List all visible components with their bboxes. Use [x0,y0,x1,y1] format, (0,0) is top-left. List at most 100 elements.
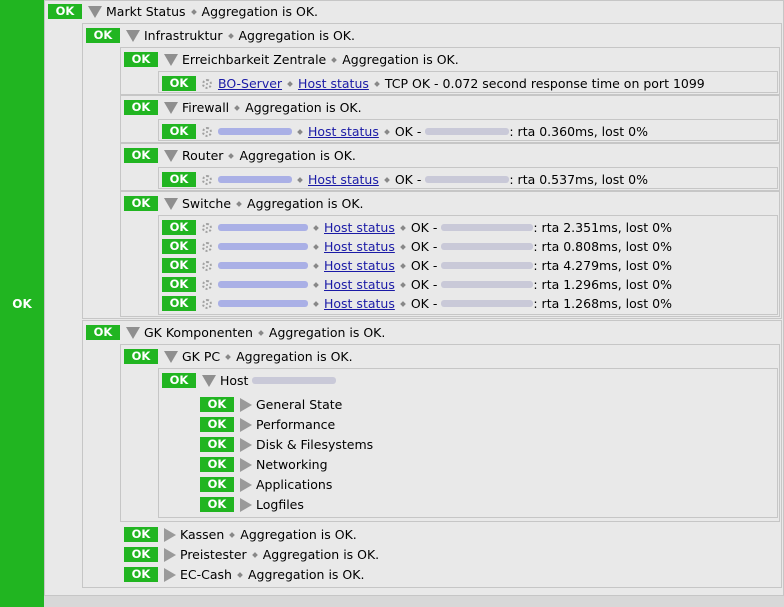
host-child-row[interactable]: OK Disk & Filesystems [200,436,373,453]
host-child-row[interactable]: OK General State [200,396,342,413]
node-label: General State [256,397,343,412]
expand-triangle-icon[interactable] [126,326,140,339]
host-status-link[interactable]: Host status [324,258,395,273]
redacted-host-link[interactable] [218,176,292,183]
gk-komponenten-row[interactable]: OK GK Komponenten Aggregation is OK. [86,324,385,341]
collapsed-triangle-icon[interactable] [240,397,252,412]
markt-status-row[interactable]: OK Markt Status Aggregation is OK. [48,3,318,20]
host-status-link[interactable]: Host status [298,76,369,91]
host-row[interactable]: OK Host [162,372,337,389]
collapsed-triangle-icon[interactable] [240,477,252,492]
host-status-link[interactable]: Host status [308,172,379,187]
host-status-link[interactable]: Host status [324,277,395,292]
separator-icon [400,300,406,307]
expand-triangle-icon[interactable] [164,101,178,114]
expand-triangle-icon[interactable] [164,149,178,162]
redacted-host-link[interactable] [218,300,308,307]
aggregation-status: Aggregation is OK. [247,196,364,211]
redacted-host-link[interactable] [218,224,308,231]
gear-icon[interactable] [202,241,212,252]
redacted-ip [441,243,534,250]
service-output: : rta 0.537ms, lost 0% [509,172,648,187]
redacted-host-link[interactable] [218,281,308,288]
host-link[interactable]: BO-Server [218,76,282,91]
separator-icon [287,80,293,87]
firewall-host-row: OK Host status OK - : rta 0.360ms, lost … [162,123,648,140]
expand-triangle-icon[interactable] [202,374,216,387]
node-label: Markt Status [106,4,186,19]
host-child-row[interactable]: OK Performance [200,416,335,433]
host-child-row[interactable]: OK Logfiles [200,496,304,513]
switch-host-row: OK Host status OK - : rta 2.351ms, lost … [162,219,672,236]
ok-badge: OK [124,148,158,163]
aggregation-status: Aggregation is OK. [201,4,318,19]
switch-host-row: OK Host status OK - : rta 4.279ms, lost … [162,257,672,274]
firewall-row[interactable]: OK Firewall Aggregation is OK. [124,99,362,116]
service-output: : rta 1.296ms, lost 0% [533,277,672,292]
erreichbarkeit-row[interactable]: OK Erreichbarkeit Zentrale Aggregation i… [124,51,459,68]
expand-triangle-icon[interactable] [126,29,140,42]
switch-host-row: OK Host status OK - : rta 1.268ms, lost … [162,295,672,312]
collapsed-triangle-icon[interactable] [164,567,176,582]
node-label: EC-Cash [180,567,232,582]
host-child-row[interactable]: OK Applications [200,476,332,493]
service-output: : rta 2.351ms, lost 0% [533,220,672,235]
redacted-host-link[interactable] [218,243,308,250]
gk-pc-row[interactable]: OK GK PC Aggregation is OK. [124,348,353,365]
switche-row[interactable]: OK Switche Aggregation is OK. [124,195,364,212]
separator-icon [400,224,406,231]
aggregation-status: Aggregation is OK. [236,349,353,364]
separator-icon [313,224,319,231]
redacted-host-link[interactable] [218,262,308,269]
gear-icon[interactable] [202,279,212,290]
collapsed-triangle-icon[interactable] [164,527,176,542]
switch-host-row: OK Host status OK - : rta 0.808ms, lost … [162,238,672,255]
service-output-prefix: OK - [410,220,438,235]
host-label: Host [220,373,249,388]
node-label: Preistester [180,547,247,562]
redacted-host-link[interactable] [218,128,292,135]
host-child-row[interactable]: OK Networking [200,456,328,473]
node-label: Infrastruktur [144,28,223,43]
aggregation-status: Aggregation is OK. [245,100,362,115]
collapsed-triangle-icon[interactable] [240,437,252,452]
host-status-link[interactable]: Host status [324,296,395,311]
collapsed-triangle-icon[interactable] [240,497,252,512]
collapsed-triangle-icon[interactable] [164,547,176,562]
ok-badge: OK [162,239,196,254]
kassen-row[interactable]: OK Kassen Aggregation is OK. [124,526,357,543]
router-host-row: OK Host status OK - : rta 0.537ms, lost … [162,171,648,188]
service-output: : rta 4.279ms, lost 0% [533,258,672,273]
host-status-link[interactable]: Host status [324,220,395,235]
gear-icon[interactable] [202,222,212,233]
expand-triangle-icon[interactable] [164,53,178,66]
host-status-link[interactable]: Host status [324,239,395,254]
collapsed-triangle-icon[interactable] [240,457,252,472]
ok-badge: OK [124,349,158,364]
separator-icon [251,551,258,558]
gear-icon[interactable] [202,298,212,309]
gear-icon[interactable] [202,174,212,185]
infrastruktur-row[interactable]: OK Infrastruktur Aggregation is OK. [86,27,355,44]
host-status-link[interactable]: Host status [308,124,379,139]
separator-icon [297,128,303,135]
expand-triangle-icon[interactable] [88,5,102,18]
expand-triangle-icon[interactable] [164,197,178,210]
preistester-row[interactable]: OK Preistester Aggregation is OK. [124,546,379,563]
separator-icon [331,56,338,63]
gear-icon[interactable] [202,260,212,271]
separator-icon [374,80,380,87]
gear-icon[interactable] [202,126,212,137]
ok-badge: OK [48,4,82,19]
ok-badge: OK [124,100,158,115]
aggregation-status: Aggregation is OK. [262,547,380,562]
separator-icon [234,104,240,111]
ec-cash-row[interactable]: OK EC-Cash Aggregation is OK. [124,566,364,583]
expand-triangle-icon[interactable] [164,350,178,363]
gear-icon[interactable] [202,78,212,89]
router-row[interactable]: OK Router Aggregation is OK. [124,147,356,164]
collapsed-triangle-icon[interactable] [240,417,252,432]
ok-badge: OK [162,373,196,388]
ok-badge: OK [200,497,234,512]
redacted-ip [425,128,510,135]
